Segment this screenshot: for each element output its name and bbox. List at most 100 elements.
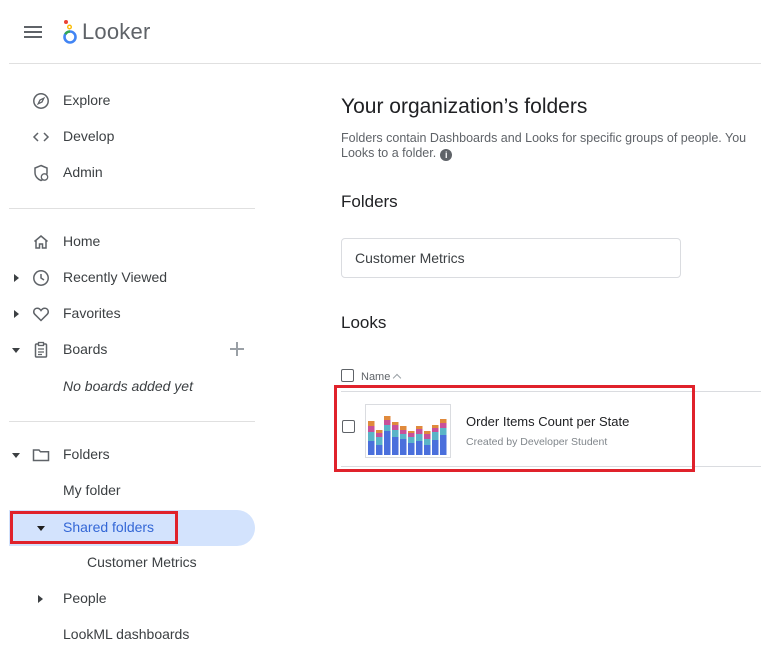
collapse-caret-icon[interactable] [12, 348, 20, 353]
sidebar-item-develop[interactable]: Develop [0, 119, 256, 155]
sort-ascending-icon [393, 373, 402, 383]
folder-icon [32, 449, 50, 462]
sidebar-item-my-folder[interactable]: My folder [0, 473, 256, 509]
heart-icon [33, 307, 49, 322]
thumbnail-bar-segment [424, 434, 431, 439]
top-bar: Looker [0, 0, 761, 64]
thumbnail-bar-segment [440, 435, 447, 455]
stacked-bar-thumbnail-icon [368, 416, 447, 455]
thumbnail-bar-segment [368, 432, 375, 441]
thumbnail-bar-segment [432, 428, 439, 432]
folder-name: Customer Metrics [355, 250, 465, 266]
thumbnail-bar-segment [416, 429, 423, 434]
thumbnail-bar-segment [424, 439, 431, 445]
sidebar-item-recently-viewed[interactable]: Recently Viewed [0, 260, 256, 296]
sidebar-item-lookml-dashboards[interactable]: LookML dashboards [0, 617, 256, 653]
sidebar-item-label: Home [63, 233, 101, 249]
sidebar-item-label: People [63, 590, 107, 606]
description-line: Looks to a folder. i [341, 146, 761, 161]
sidebar-item-admin[interactable]: Admin [0, 155, 256, 191]
folder-card[interactable]: Customer Metrics [341, 238, 681, 278]
thumbnail-bar-segment [392, 425, 399, 430]
sidebar-item-shared-folders[interactable]: Shared folders [0, 510, 256, 546]
look-title: Order Items Count per State [466, 414, 630, 429]
expand-caret-icon[interactable] [38, 595, 43, 603]
thumbnail-bar-segment [408, 443, 415, 455]
sidebar-item-label: Boards [63, 341, 108, 357]
sidebar-item-favorites[interactable]: Favorites [0, 296, 256, 332]
add-board-icon[interactable] [229, 341, 245, 357]
sidebar-item-explore[interactable]: Explore [0, 83, 256, 119]
page-title: Your organization’s folders [341, 95, 588, 118]
sidebar-item-label: Customer Metrics [87, 554, 197, 570]
thumbnail-bar-segment [368, 426, 375, 432]
looker-logo[interactable]: Looker [61, 18, 150, 46]
thumbnail-bar-segment [400, 426, 407, 430]
clipboard-icon [34, 341, 48, 358]
sidebar-item-label: Develop [63, 128, 115, 144]
sidebar-item-label: LookML dashboards [63, 626, 190, 642]
table-row[interactable]: Order Items Count per State Created by D… [341, 393, 761, 467]
thumbnail-bar-segment [392, 422, 399, 425]
thumbnail-bar-segment [400, 439, 407, 455]
thumbnail-bar-segment [400, 434, 407, 439]
thumbnail-bar-segment [400, 430, 407, 434]
thumbnail-bar-segment [416, 426, 423, 429]
thumbnail-bar-segment [408, 437, 415, 443]
looker-logo-icon [63, 20, 77, 44]
collapse-caret-icon[interactable] [37, 526, 45, 531]
looks-heading: Looks [341, 313, 387, 332]
look-thumbnail [365, 404, 451, 458]
expand-caret-icon[interactable] [14, 274, 19, 282]
thumbnail-bar-segment [408, 433, 415, 437]
sidebar-item-home[interactable]: Home [0, 224, 256, 260]
sidebar-item-label: Folders [63, 446, 110, 462]
home-icon [34, 235, 48, 249]
expand-caret-icon[interactable] [14, 310, 19, 318]
thumbnail-bar-segment [376, 433, 383, 437]
thumbnail-bar-segment [376, 430, 383, 433]
thumbnail-bar-segment [384, 425, 391, 431]
row-checkbox[interactable] [342, 420, 355, 433]
sidebar-item-customer-metrics[interactable]: Customer Metrics [0, 545, 256, 581]
thumbnail-bar-segment [432, 432, 439, 440]
info-icon[interactable]: i [440, 149, 453, 161]
page-description: Folders contain Dashboards and Looks for… [341, 131, 761, 161]
sidebar-item-label: Favorites [63, 305, 121, 321]
sidebar-divider [9, 421, 255, 422]
compass-icon [33, 93, 49, 109]
description-text: Looks to a folder. [341, 146, 437, 160]
sidebar-item-boards[interactable]: Boards [0, 332, 256, 368]
sidebar-item-label: Recently Viewed [63, 269, 168, 285]
look-subtitle: Created by Developer Student [466, 436, 608, 448]
select-all-checkbox[interactable] [341, 369, 354, 382]
collapse-caret-icon[interactable] [12, 453, 20, 458]
sidebar-item-people[interactable]: People [0, 581, 256, 617]
thumbnail-bar-segment [416, 434, 423, 441]
sidebar-item-label: Explore [63, 92, 111, 108]
name-column-header[interactable]: Name [361, 371, 402, 383]
main-content: Your organization’s folders Folders cont… [341, 64, 761, 663]
sidebar-item-folders[interactable]: Folders [0, 437, 256, 473]
thumbnail-bar-segment [376, 437, 383, 445]
thumbnail-bar-segment [368, 421, 375, 426]
thumbnail-bar-segment [392, 430, 399, 437]
description-line: Folders contain Dashboards and Looks for… [341, 131, 747, 145]
thumbnail-bar-segment [384, 416, 391, 420]
thumbnail-bar-segment [416, 441, 423, 455]
menu-icon[interactable] [24, 26, 42, 39]
thumbnail-bar-segment [424, 445, 431, 455]
boards-empty-message: No boards added yet [63, 378, 193, 394]
name-header-label: Name [361, 371, 391, 383]
thumbnail-bar-segment [424, 431, 431, 434]
thumbnail-bar-segment [440, 419, 447, 423]
thumbnail-bar-segment [408, 431, 415, 433]
thumbnail-bar-segment [384, 431, 391, 455]
sidebar-item-label: My folder [63, 482, 121, 498]
admin-shield-icon [34, 164, 49, 182]
sidebar-divider [9, 208, 255, 209]
thumbnail-bar-segment [384, 420, 391, 425]
folders-heading: Folders [341, 192, 398, 211]
thumbnail-bar-segment [440, 428, 447, 435]
thumbnail-bar-segment [368, 441, 375, 455]
